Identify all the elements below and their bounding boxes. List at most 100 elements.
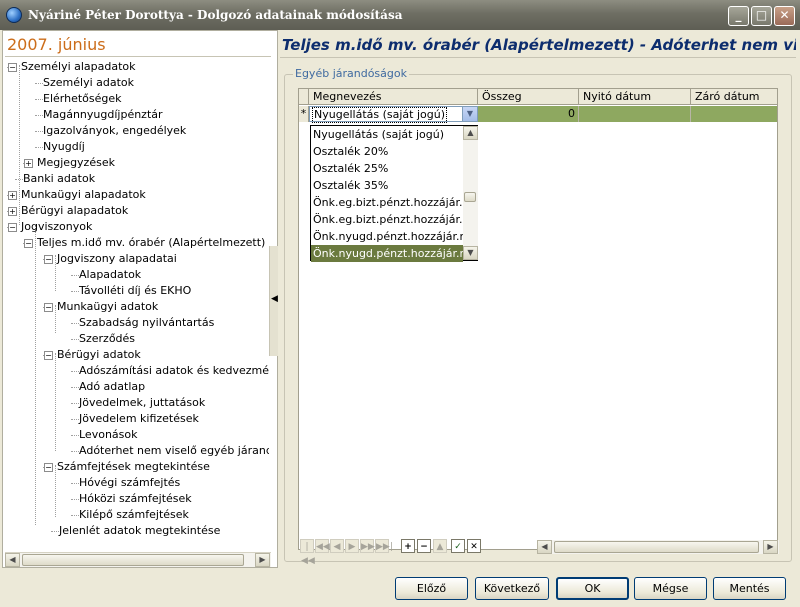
prior-record-icon[interactable]: ◀	[330, 539, 344, 553]
column-amount[interactable]: Összeg	[478, 89, 579, 105]
scroll-left-icon[interactable]: ◀	[5, 553, 20, 567]
tree-item[interactable]: Szerződés	[79, 331, 135, 347]
tree-item[interactable]: Hóvégi számfejtés	[79, 475, 180, 491]
next-record-icon[interactable]: ▶	[345, 539, 359, 553]
tree-item[interactable]: Jelenlét adatok megtekintése	[59, 523, 220, 539]
scroll-thumb[interactable]	[554, 541, 759, 553]
combobox-value[interactable]: Nyugellátás (saját jogú)	[312, 107, 447, 123]
dropdown-scrollbar[interactable]: ▲ ▼	[463, 126, 478, 260]
tree-item[interactable]: Megjegyzések	[37, 155, 115, 171]
column-name[interactable]: Megnevezés	[309, 89, 478, 105]
dropdown-option[interactable]: Osztalék 25%	[311, 160, 463, 177]
scroll-right-icon[interactable]: ▶	[255, 553, 270, 567]
collapse-icon[interactable]: −	[8, 223, 17, 232]
amount-cell[interactable]: 0	[478, 106, 579, 122]
tree-item[interactable]: Jövedelem kifizetések	[79, 411, 199, 427]
collapse-icon[interactable]: −	[44, 463, 53, 472]
close-button[interactable]: ✕	[774, 6, 795, 26]
minimize-button[interactable]: _	[728, 6, 749, 26]
tree-item[interactable]: Hóközi számfejtések	[79, 491, 192, 507]
tree-item[interactable]: Adó adatlap	[79, 379, 145, 395]
tree-item[interactable]: Adószámítási adatok és kedvezménye	[79, 363, 269, 379]
dropdown-option[interactable]: Önk.nyugd.pénzt.hozzájár.ne	[311, 228, 463, 245]
collapse-icon[interactable]: −	[24, 239, 33, 248]
last-record-icon[interactable]: ▶▶|	[375, 539, 393, 553]
delete-record-icon[interactable]: −	[417, 539, 431, 553]
scroll-thumb[interactable]	[464, 192, 476, 202]
first-record-icon[interactable]: |◀◀	[300, 539, 315, 566]
close-date-cell[interactable]	[691, 106, 777, 122]
collapse-icon[interactable]: −	[44, 255, 53, 264]
chevron-down-icon[interactable]: ▼	[462, 107, 477, 121]
tree-item[interactable]: Jövedelmek, juttatások	[79, 395, 205, 411]
dropdown-option[interactable]: Osztalék 35%	[311, 177, 463, 194]
tree-item[interactable]: Munkaügyi alapadatok	[21, 187, 146, 203]
cancel-button[interactable]: Mégse	[634, 577, 707, 600]
ok-button[interactable]: OK	[556, 577, 629, 600]
tree-connector	[35, 131, 43, 132]
panel-splitter[interactable]: ◀	[269, 246, 278, 356]
scroll-right-icon[interactable]: ▶	[763, 540, 778, 554]
expand-icon[interactable]: +	[24, 159, 33, 168]
column-close-date[interactable]: Záró dátum	[691, 89, 777, 105]
dropdown-option[interactable]: Önk.eg.bizt.pénzt.hozzájár.ne	[311, 194, 463, 211]
tree-item[interactable]: Személyi alapadatok	[21, 59, 136, 75]
dropdown-option[interactable]: Önk.nyugd.pénzt.hozzájár.re	[311, 245, 463, 262]
dropdown-option[interactable]: Önk.eg.bizt.pénzt.hozzájár.re	[311, 211, 463, 228]
collapse-icon[interactable]: −	[44, 303, 53, 312]
dropdown-option[interactable]: Nyugellátás (saját jogú)	[311, 126, 463, 143]
dropdown-option[interactable]: Osztalék 20%	[311, 143, 463, 160]
prior-page-icon[interactable]: ◀◀	[315, 539, 330, 553]
scroll-thumb[interactable]	[22, 554, 244, 566]
tree-item[interactable]: Levonások	[79, 427, 138, 443]
tree-item[interactable]: Nyugdíj	[43, 139, 85, 155]
scroll-left-icon[interactable]: ◀	[537, 540, 552, 554]
tree-item[interactable]: Bérügyi adatok	[57, 347, 141, 363]
collapse-icon[interactable]: −	[8, 63, 17, 72]
tree-horizontal-scrollbar[interactable]: ◀ ▶	[5, 552, 271, 567]
table-row[interactable]: * Nyugellátás (saját jogú) ▼ 0	[299, 106, 777, 123]
tree-item[interactable]: Jogviszony alapadatai	[57, 251, 177, 267]
navigation-panel: 2007. június − Személyi alapadatok Személy…	[2, 30, 278, 568]
tree-item[interactable]: Távolléti díj és EKHO	[79, 283, 191, 299]
title-bar[interactable]: Nyáriné Péter Dorottya - Dolgozó adatain…	[0, 0, 800, 30]
column-open-date[interactable]: Nyitó dátum	[579, 89, 691, 105]
previous-button[interactable]: Előző	[395, 577, 468, 600]
tree-item[interactable]: Alapadatok	[79, 267, 141, 283]
cancel-edit-icon[interactable]: ✕	[467, 539, 481, 553]
name-combobox[interactable]: Nyugellátás (saját jogú) ▼	[309, 106, 478, 123]
next-button[interactable]: Következő	[475, 577, 549, 600]
tree-item[interactable]: Elérhetőségek	[43, 91, 122, 107]
open-date-cell[interactable]	[579, 106, 691, 122]
tree-item[interactable]: Kilépő számfejtések	[79, 507, 189, 523]
tree-item[interactable]: Teljes m.idő mv. órabér (Alapértelmezett…	[37, 235, 265, 251]
tree-item[interactable]: Magánnyugdíjpénztár	[43, 107, 163, 123]
expand-icon[interactable]: +	[8, 207, 17, 216]
confirm-icon[interactable]: ✓	[451, 539, 465, 553]
tree-item[interactable]: Szabadság nyilvántartás	[79, 315, 214, 331]
tree-item[interactable]: Munkaügyi adatok	[57, 299, 158, 315]
dropdown-list[interactable]: ▲ ▼ Nyugellátás (saját jogú) Osztalék 20%…	[310, 125, 478, 262]
edit-record-icon[interactable]: ▲	[433, 539, 447, 553]
page-title: Teljes m.idő mv. órabér (Alapértelmezett…	[280, 32, 796, 58]
next-page-icon[interactable]: ▶▶	[360, 539, 375, 553]
tree-item[interactable]: Banki adatok	[23, 171, 95, 187]
tree-connector	[55, 305, 56, 333]
tree-connector	[55, 255, 56, 291]
tree-item[interactable]: Igazolványok, engedélyek	[43, 123, 186, 139]
collapse-arrow-icon[interactable]: ◀	[271, 294, 278, 304]
add-record-icon[interactable]: +	[401, 539, 415, 553]
save-button[interactable]: Mentés	[713, 577, 786, 600]
tree-item[interactable]: Adóterhet nem viselő egyéb járandós	[79, 443, 269, 459]
grid-horizontal-scrollbar[interactable]: ◀ ▶	[537, 540, 779, 554]
tree-item[interactable]: Jogviszonyok	[21, 219, 92, 235]
scroll-up-icon[interactable]: ▲	[463, 126, 478, 140]
tree-item[interactable]: Számfejtések megtekintése	[57, 459, 210, 475]
tree-item[interactable]: Személyi adatok	[43, 75, 134, 91]
collapse-icon[interactable]: −	[44, 351, 53, 360]
maximize-button[interactable]: □	[751, 6, 772, 26]
tree-connector	[35, 225, 36, 525]
expand-icon[interactable]: +	[8, 191, 17, 200]
scroll-down-icon[interactable]: ▼	[463, 246, 478, 260]
tree-item[interactable]: Bérügyi alapadatok	[21, 203, 128, 219]
